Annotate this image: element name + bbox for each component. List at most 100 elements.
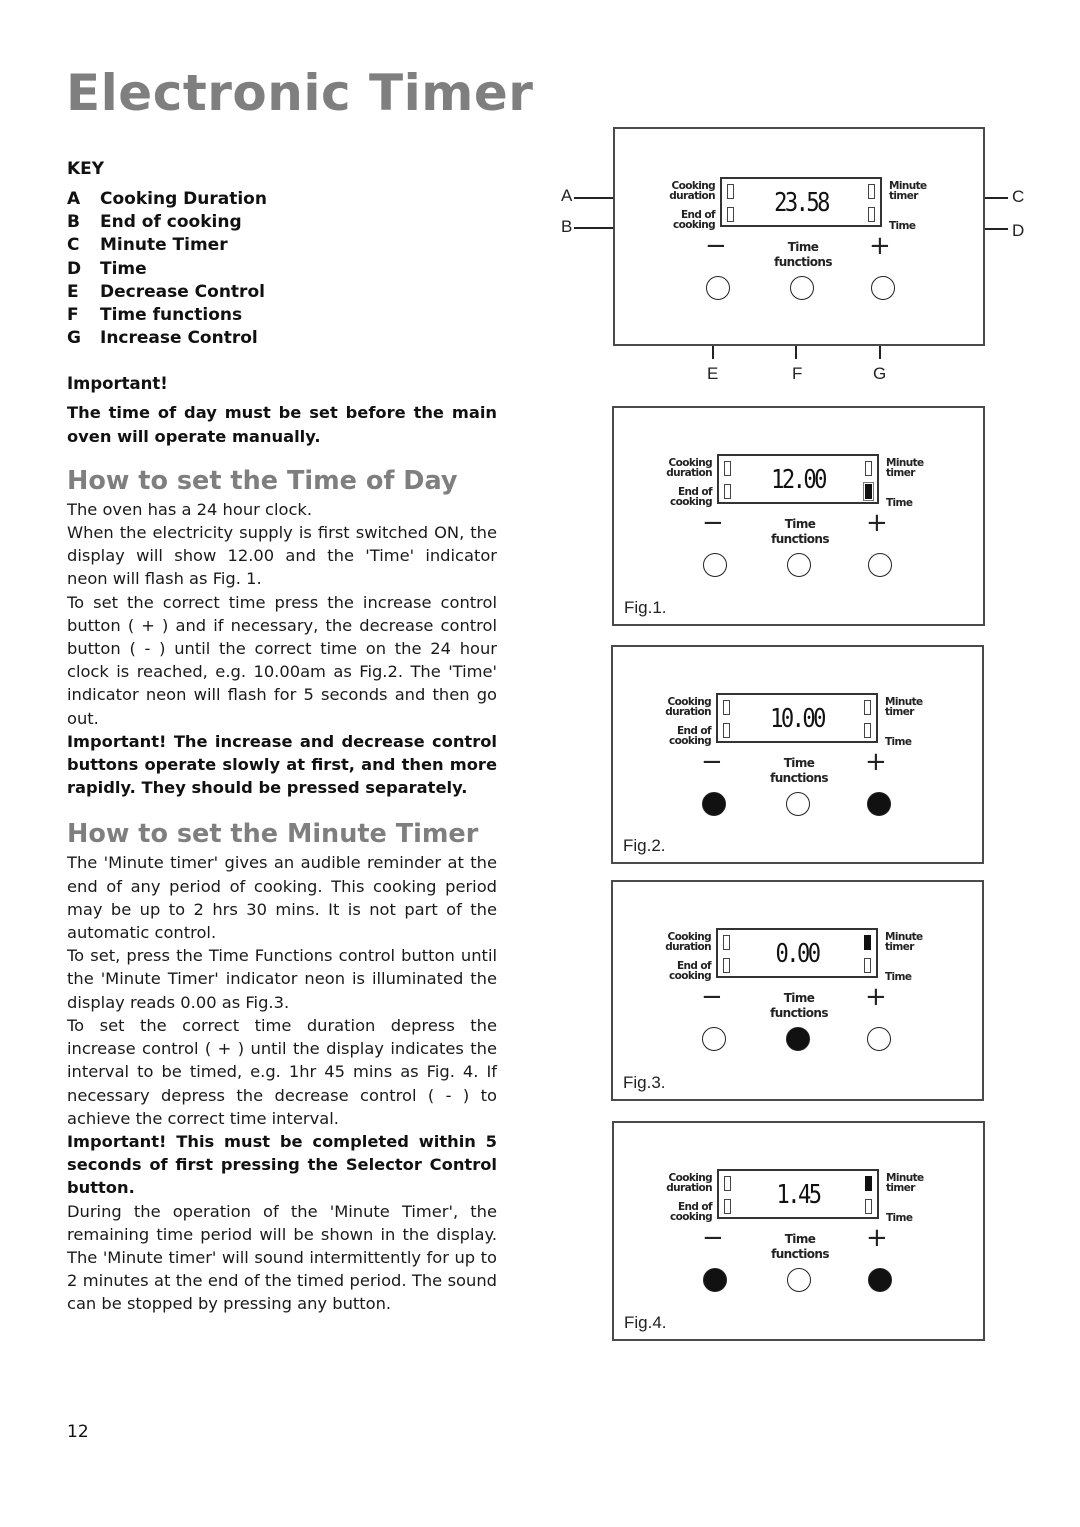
time-functions-button[interactable] — [786, 1027, 810, 1051]
key-label: Minute Timer — [100, 235, 228, 256]
end-of-cooking-indicator — [727, 207, 734, 222]
time-label: Time — [885, 736, 912, 748]
minute-timer-label: Minute timer — [889, 180, 927, 202]
paragraph: The oven has a 24 hour clock. — [67, 499, 313, 519]
key-letter: C — [67, 235, 80, 256]
figure-caption: Fig.4. — [624, 1313, 667, 1332]
decrease-button[interactable] — [703, 553, 727, 577]
minus-icon: − — [701, 747, 723, 777]
time-functions-label: Time functions — [771, 517, 829, 546]
decrease-button[interactable] — [703, 1268, 727, 1292]
display-digits: 10.00 — [770, 704, 826, 734]
paragraph: During the operation of the 'Minute Time… — [67, 1201, 497, 1314]
decrease-button[interactable] — [702, 1027, 726, 1051]
paragraph: To set the correct time press the increa… — [67, 592, 497, 728]
important-note: Important! This must be completed within… — [67, 1131, 497, 1198]
minute-timer-indicator — [868, 184, 875, 199]
increase-button[interactable] — [871, 276, 895, 300]
time-functions-button[interactable] — [786, 792, 810, 816]
callout-e: E — [707, 364, 719, 383]
time-indicator — [865, 484, 872, 499]
increase-button[interactable] — [868, 553, 892, 577]
page-number: 12 — [67, 1422, 89, 1442]
minute-timer-indicator — [865, 1176, 872, 1191]
callout-f: F — [792, 364, 803, 383]
lcd-display: 1.45 — [717, 1169, 879, 1219]
figure-caption: Fig.1. — [624, 598, 667, 617]
figure-1: Cooking duration End of cooking 12.00 Minu… — [612, 406, 985, 626]
minus-icon: − — [701, 982, 723, 1012]
increase-button[interactable] — [867, 1027, 891, 1051]
plus-icon: + — [869, 231, 891, 261]
cooking-duration-indicator — [723, 700, 730, 715]
minute-timer-label: Minute timer — [886, 457, 924, 479]
lcd-display: 10.00 — [716, 693, 878, 743]
time-indicator — [864, 958, 871, 973]
key-letter: F — [67, 305, 79, 326]
increase-button[interactable] — [867, 792, 891, 816]
key-item-a: A Cooking Duration — [67, 188, 497, 211]
text-column: KEY A Cooking Duration B End of cooking CM… — [67, 158, 497, 1316]
decrease-button[interactable] — [706, 276, 730, 300]
minus-icon: − — [702, 508, 724, 538]
control-panel: Cooking duration End of cooking 1.45 Minut… — [660, 1169, 940, 1299]
end-of-cooking-label: End of cooking — [669, 1201, 713, 1223]
plus-icon: + — [865, 747, 887, 777]
figure-2: Cooking duration End of cooking 10.00 Minu… — [611, 645, 984, 864]
end-of-cooking-label: End of cooking — [668, 960, 712, 982]
time-label: Time — [885, 971, 912, 983]
lcd-display: 12.00 — [717, 454, 879, 504]
figure-caption: Fig.3. — [623, 1073, 666, 1092]
time-functions-button[interactable] — [790, 276, 814, 300]
key-letter: A — [67, 189, 81, 209]
figure-caption: Fig.2. — [623, 836, 666, 855]
time-indicator — [864, 723, 871, 738]
section-heading-minute-timer: How to set the Minute Timer — [67, 819, 479, 850]
important-heading: Important! — [67, 374, 168, 394]
key-letter: G — [67, 328, 81, 349]
key-item-g: G Increase Control — [67, 327, 497, 350]
minute-timer-indicator — [864, 935, 871, 950]
time-functions-button[interactable] — [787, 553, 811, 577]
minute-timer-indicator — [865, 461, 872, 476]
increase-button[interactable] — [868, 1268, 892, 1292]
key-label: Cooking Duration — [100, 189, 267, 209]
callout-a: A — [561, 186, 573, 205]
paragraph: To set the correct time duration depress… — [67, 1015, 497, 1128]
minute-timer-label: Minute timer — [885, 696, 923, 718]
key-heading: KEY — [67, 159, 105, 179]
callout-d: D — [1012, 221, 1025, 240]
cooking-duration-label: Cooking duration — [665, 696, 711, 718]
key-label: Decrease Control — [100, 281, 265, 302]
key-item-c: C Minute Timer — [67, 234, 497, 257]
key-label: End of cooking — [100, 212, 242, 233]
end-of-cooking-indicator — [723, 958, 730, 973]
key-letter: E — [67, 281, 79, 302]
time-functions-label: Time functions — [770, 991, 828, 1020]
key-list: A Cooking Duration B End of cooking C Minut… — [67, 188, 497, 350]
minute-timer-label: Minute timer — [885, 931, 923, 953]
key-label: Increase Control — [100, 328, 258, 349]
lcd-display: 0.00 — [716, 928, 878, 978]
time-label: Time — [889, 220, 916, 232]
key-letter: D — [67, 258, 82, 279]
time-functions-button[interactable] — [787, 1268, 811, 1292]
key-item-b: B End of cooking — [67, 211, 497, 234]
time-functions-label: Time functions — [771, 1232, 829, 1261]
cooking-duration-label: Cooking duration — [669, 180, 715, 202]
plus-icon: + — [866, 1223, 888, 1253]
time-label: Time — [886, 1212, 913, 1224]
time-functions-label: Time functions — [770, 756, 828, 785]
control-panel: Cooking duration End of cooking 0.00 Minut… — [659, 928, 939, 1058]
decrease-button[interactable] — [702, 792, 726, 816]
minute-timer-indicator — [864, 700, 871, 715]
plus-icon: + — [865, 982, 887, 1012]
key-item-f: F Time functions — [67, 304, 497, 327]
display-digits: 1.45 — [776, 1180, 822, 1210]
important-note: The time of day must be set before the m… — [67, 403, 497, 446]
end-of-cooking-label: End of cooking — [672, 209, 716, 231]
minus-icon: − — [705, 231, 727, 261]
display-digits: 12.00 — [771, 465, 827, 495]
time-label: Time — [886, 497, 913, 509]
figure-3: Cooking duration End of cooking 0.00 Minut… — [611, 880, 984, 1101]
